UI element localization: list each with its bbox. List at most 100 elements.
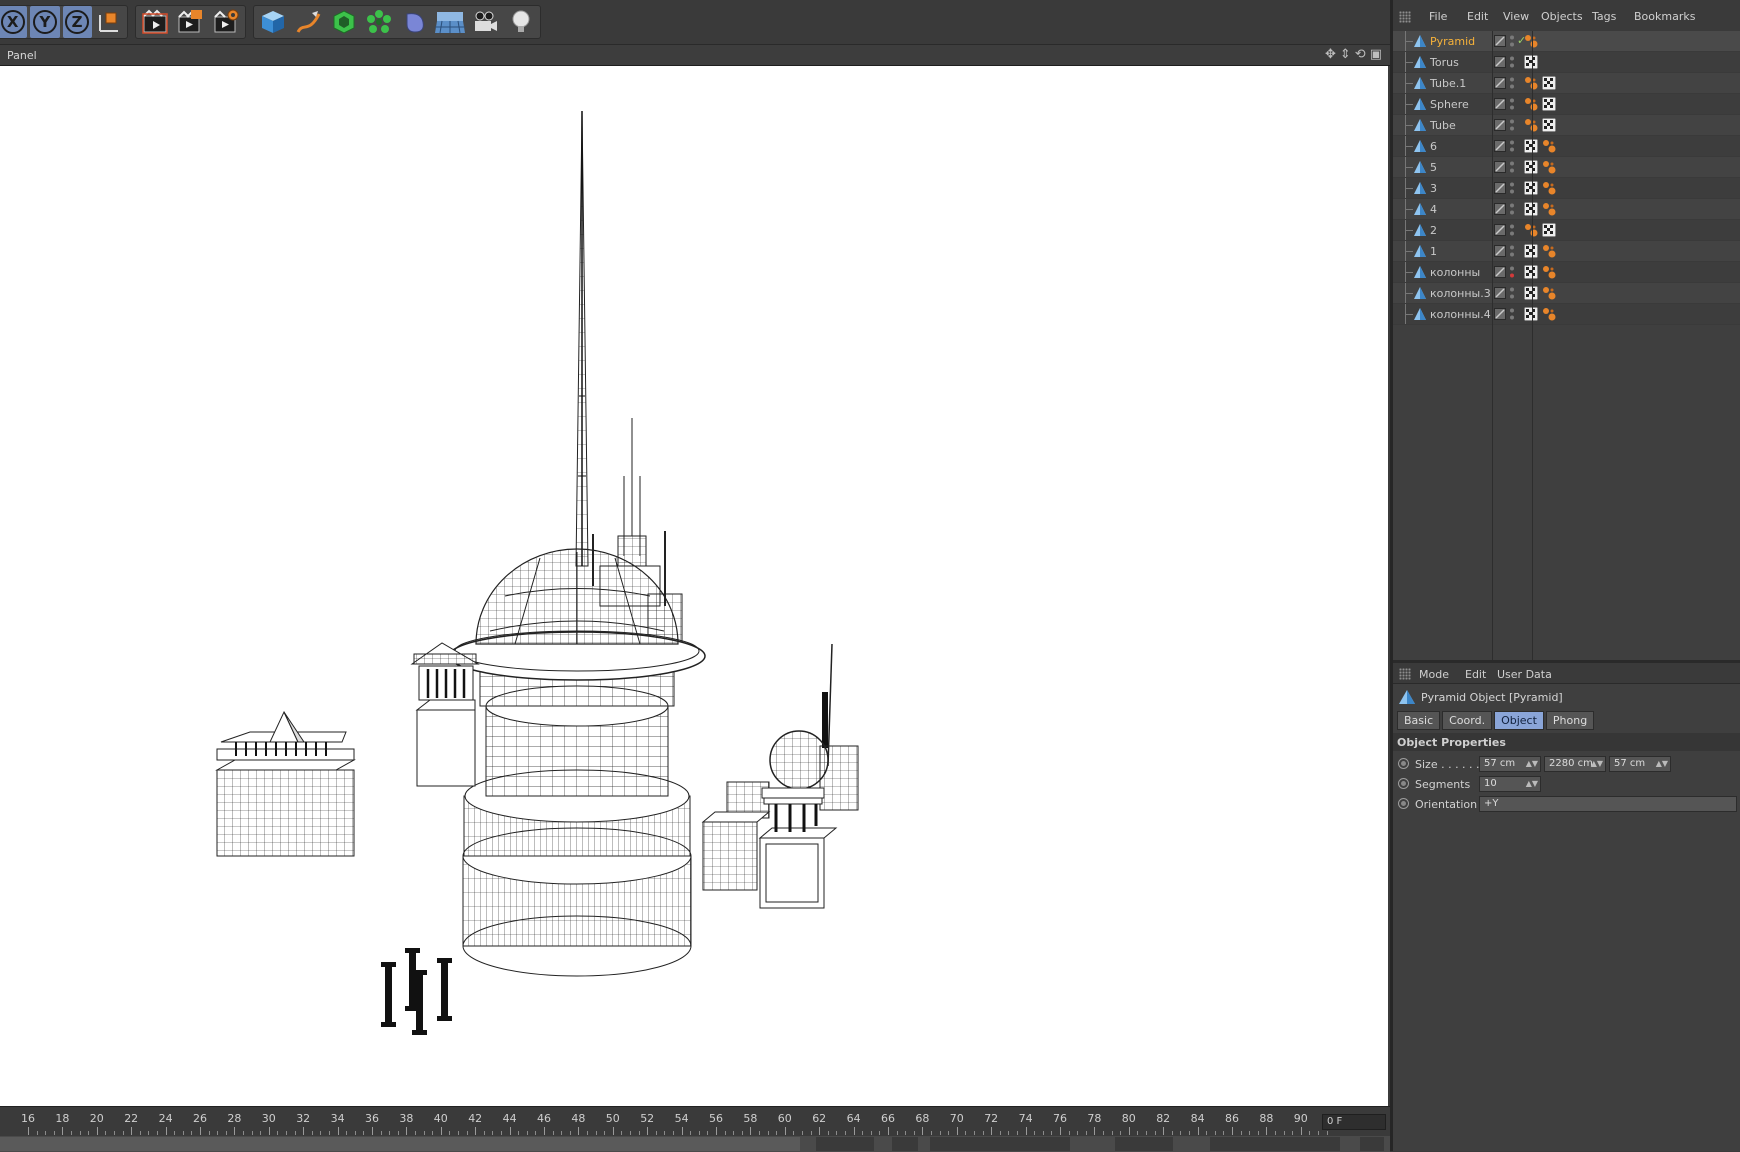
floor-button[interactable]	[434, 6, 466, 38]
object-row[interactable]: Pyramid ✓	[1393, 31, 1740, 52]
object-name[interactable]: 1	[1430, 245, 1437, 258]
material-tag-icon[interactable]	[1542, 265, 1556, 279]
texture-tag-icon[interactable]	[1541, 222, 1557, 238]
object-name[interactable]: колонны.3	[1430, 287, 1491, 300]
menu-edit[interactable]: Edit	[1465, 668, 1486, 681]
visibility-dots-icon[interactable]	[1509, 265, 1515, 279]
timeline-options-button[interactable]	[1360, 1137, 1384, 1151]
material-tag-icon[interactable]	[1524, 97, 1538, 111]
layer-icon[interactable]	[1494, 56, 1506, 68]
layer-icon[interactable]	[1494, 119, 1506, 131]
material-tag-icon[interactable]	[1542, 160, 1556, 174]
texture-tag-icon[interactable]	[1541, 75, 1557, 91]
layer-icon[interactable]	[1494, 287, 1506, 299]
material-tag-icon[interactable]	[1524, 223, 1538, 237]
stepper-arrows-icon[interactable]: ▲▼	[1591, 757, 1603, 771]
visibility-dots-icon[interactable]	[1509, 76, 1515, 90]
keyframe-mode-controls[interactable]	[1210, 1137, 1340, 1151]
animate-radio-icon[interactable]	[1398, 758, 1409, 769]
material-tag-icon[interactable]	[1542, 286, 1556, 300]
object-name[interactable]: Torus	[1430, 56, 1459, 69]
layer-icon[interactable]	[1494, 203, 1506, 215]
playback-controls[interactable]	[930, 1137, 1070, 1151]
layer-icon[interactable]	[1494, 266, 1506, 278]
texture-tag-icon[interactable]	[1523, 285, 1539, 301]
object-name[interactable]: Sphere	[1430, 98, 1469, 111]
x-axis-lock-button[interactable]: X	[0, 6, 28, 38]
size-x-field[interactable]: 57 cm ▲▼	[1479, 756, 1541, 772]
object-name[interactable]: Pyramid	[1430, 35, 1475, 48]
material-tag-icon[interactable]	[1542, 244, 1556, 258]
tab-coord[interactable]: Coord.	[1442, 711, 1493, 730]
texture-tag-icon[interactable]	[1523, 54, 1539, 70]
cloner-button[interactable]	[363, 6, 395, 38]
go-to-start-button[interactable]	[892, 1137, 918, 1151]
visibility-dots-icon[interactable]	[1509, 181, 1515, 195]
tab-object[interactable]: Object	[1494, 711, 1544, 730]
timeline-ruler[interactable]: 16 18 20 22 24 26 28 30 32 34 36 38 40 42 44 46 48 50 52 54…	[0, 1107, 1328, 1135]
object-row[interactable]: колонны.4	[1393, 304, 1740, 325]
grip-icon[interactable]	[1399, 668, 1411, 680]
texture-tag-icon[interactable]	[1523, 243, 1539, 259]
object-row[interactable]: 2	[1393, 220, 1740, 241]
visibility-dots-icon[interactable]	[1509, 244, 1515, 258]
object-name[interactable]: Tube	[1430, 119, 1456, 132]
object-row[interactable]: Sphere	[1393, 94, 1740, 115]
rotate-view-icon[interactable]: ⟲	[1355, 47, 1366, 62]
visibility-dots-icon[interactable]	[1509, 55, 1515, 69]
material-tag-icon[interactable]	[1542, 307, 1556, 321]
time-scrubber[interactable]	[0, 1137, 800, 1151]
object-name[interactable]: 3	[1430, 182, 1437, 195]
visibility-dots-icon[interactable]	[1509, 139, 1515, 153]
y-axis-lock-button[interactable]: Y	[30, 6, 60, 38]
menu-tags[interactable]: Tags	[1592, 10, 1616, 23]
object-name[interactable]: 6	[1430, 140, 1437, 153]
maximize-view-icon[interactable]: ▣	[1370, 47, 1382, 62]
segments-field[interactable]: 10 ▲▼	[1479, 776, 1541, 792]
menu-mode[interactable]: Mode	[1419, 668, 1449, 681]
layer-icon[interactable]	[1494, 140, 1506, 152]
layer-icon[interactable]	[1494, 161, 1506, 173]
material-tag-icon[interactable]	[1542, 202, 1556, 216]
tab-basic[interactable]: Basic	[1397, 711, 1441, 730]
object-row[interactable]: колонны.3	[1393, 283, 1740, 304]
object-row[interactable]: 3	[1393, 178, 1740, 199]
current-frame-field[interactable]: 0 F	[1322, 1114, 1386, 1130]
pen-spline-button[interactable]	[292, 6, 324, 38]
texture-tag-icon[interactable]	[1541, 96, 1557, 112]
move-view-icon[interactable]: ✥	[1325, 47, 1336, 62]
menu-file[interactable]: File	[1429, 10, 1447, 23]
layer-icon[interactable]	[1494, 77, 1506, 89]
animate-radio-icon[interactable]	[1398, 798, 1409, 809]
object-name[interactable]: 5	[1430, 161, 1437, 174]
material-tag-icon[interactable]	[1542, 181, 1556, 195]
texture-tag-icon[interactable]	[1523, 159, 1539, 175]
stepper-arrows-icon[interactable]: ▲▼	[1526, 757, 1538, 771]
camera-button[interactable]	[469, 6, 501, 38]
layer-icon[interactable]	[1494, 245, 1506, 257]
menu-user-data[interactable]: User Data	[1497, 668, 1552, 681]
stepper-arrows-icon[interactable]: ▲▼	[1656, 757, 1668, 771]
material-tag-icon[interactable]	[1524, 118, 1538, 132]
visibility-dots-icon[interactable]	[1509, 97, 1515, 111]
size-y-field[interactable]: 2280 cm ▲▼	[1544, 756, 1606, 772]
min-frame-field[interactable]	[816, 1137, 874, 1151]
visibility-dots-icon[interactable]	[1509, 160, 1515, 174]
visibility-dots-icon[interactable]	[1509, 202, 1515, 216]
visibility-dots-icon[interactable]	[1509, 307, 1515, 321]
menu-edit[interactable]: Edit	[1467, 10, 1488, 23]
subdivision-button[interactable]	[328, 6, 360, 38]
object-name[interactable]: 2	[1430, 224, 1437, 237]
texture-tag-icon[interactable]	[1541, 117, 1557, 133]
texture-tag-icon[interactable]	[1523, 180, 1539, 196]
visibility-dots-icon[interactable]	[1509, 118, 1515, 132]
grip-icon[interactable]	[1399, 11, 1411, 23]
deformer-button[interactable]	[399, 6, 431, 38]
layer-icon[interactable]	[1494, 182, 1506, 194]
material-tag-icon[interactable]	[1524, 76, 1538, 90]
object-name[interactable]: 4	[1430, 203, 1437, 216]
object-row[interactable]: 4	[1393, 199, 1740, 220]
light-button[interactable]	[505, 6, 537, 38]
layer-icon[interactable]	[1494, 98, 1506, 110]
3d-viewport[interactable]	[0, 66, 1388, 1106]
